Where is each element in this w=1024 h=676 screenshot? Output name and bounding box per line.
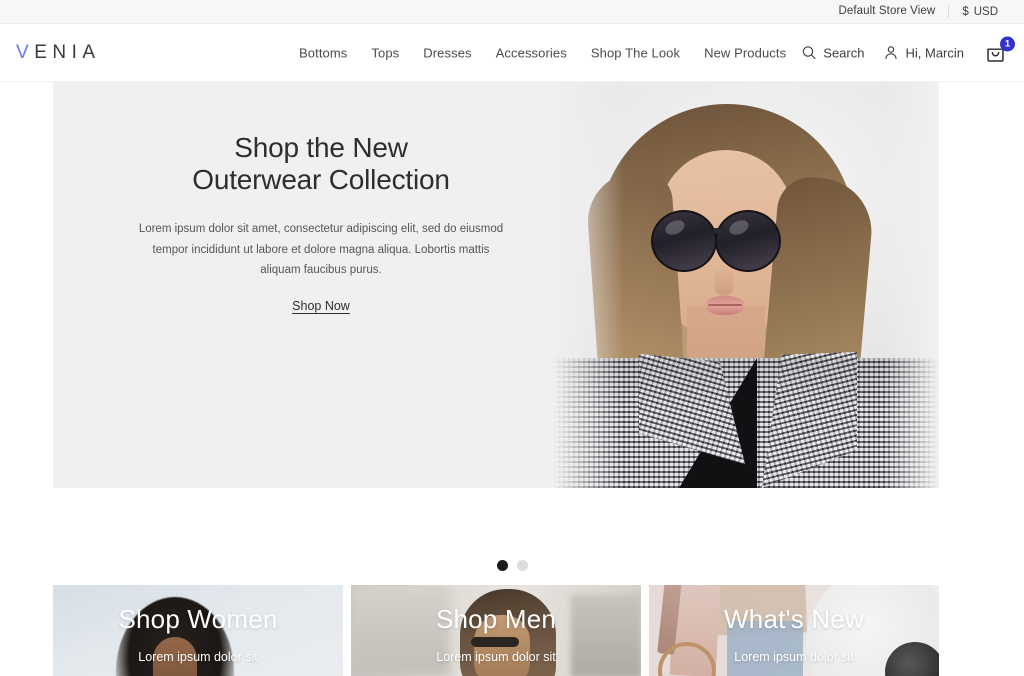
main-navigation: Bottoms Tops Dresses Accessories Shop Th… bbox=[299, 45, 786, 60]
logo-letters-enia: ENIA bbox=[34, 41, 101, 63]
tile-new-subtitle: Lorem ipsum dolor sit bbox=[734, 650, 854, 665]
currency-switcher[interactable]: $ USD bbox=[949, 6, 1006, 18]
model-lips bbox=[705, 296, 745, 315]
carousel-dots bbox=[0, 560, 1024, 571]
sunglasses-bridge bbox=[713, 228, 725, 233]
sunglasses-lens-right bbox=[715, 210, 781, 272]
nav-item-bottoms[interactable]: Bottoms bbox=[299, 45, 347, 60]
carousel-dot-2[interactable] bbox=[516, 560, 528, 571]
hero-description: Lorem ipsum dolor sit amet, consectetur … bbox=[138, 223, 504, 277]
hero-content: Shop the New Outerwear Collection Lorem … bbox=[103, 132, 539, 315]
sunglasses-lens-left bbox=[651, 210, 717, 272]
nav-item-shop-the-look[interactable]: Shop The Look bbox=[591, 45, 680, 60]
hero-banner: Shop the New Outerwear Collection Lorem … bbox=[53, 82, 939, 488]
carousel-dot-1[interactable] bbox=[496, 560, 508, 571]
shop-now-link[interactable]: Shop Now bbox=[292, 299, 350, 313]
nav-item-new-products[interactable]: New Products bbox=[704, 45, 786, 60]
hero-model-photo bbox=[553, 82, 939, 488]
category-tiles: Shop Women Lorem ipsum dolor sit Shop Me… bbox=[53, 585, 939, 676]
photo-left-fade bbox=[553, 82, 623, 488]
tile-women-content: Shop Women Lorem ipsum dolor sit bbox=[53, 604, 343, 665]
tile-men-content: Shop Men Lorem ipsum dolor sit bbox=[351, 604, 641, 665]
tile-women-title: Shop Women bbox=[118, 604, 278, 634]
user-icon bbox=[883, 45, 899, 61]
hero-section: Shop the New Outerwear Collection Lorem … bbox=[0, 82, 1024, 571]
account-label: Hi, Marcin bbox=[905, 45, 964, 60]
tile-whats-new[interactable]: What's New Lorem ipsum dolor sit bbox=[649, 585, 939, 676]
lens-highlight-right bbox=[727, 217, 751, 238]
search-icon bbox=[801, 45, 817, 61]
photo-right-fade bbox=[883, 82, 939, 488]
hero-title-line-1: Shop the New bbox=[234, 132, 408, 163]
cart-button[interactable]: 1 bbox=[983, 36, 1015, 64]
tile-shop-men[interactable]: Shop Men Lorem ipsum dolor sit bbox=[351, 585, 641, 676]
store-view-switcher[interactable]: Default Store View bbox=[825, 0, 948, 23]
cart-count-badge: 1 bbox=[1000, 36, 1015, 51]
venia-logo[interactable]: VENIA bbox=[16, 42, 101, 64]
tile-women-subtitle: Lorem ipsum dolor sit bbox=[138, 650, 258, 665]
tile-men-title: Shop Men bbox=[435, 604, 557, 634]
header-actions: Search Hi, Marcin 1 bbox=[801, 36, 1015, 64]
logo-letter-v: V bbox=[16, 41, 35, 63]
site-header: VENIA Bottoms Tops Dresses Accessories S… bbox=[0, 24, 1024, 82]
tile-shop-women[interactable]: Shop Women Lorem ipsum dolor sit bbox=[53, 585, 343, 676]
account-button[interactable]: Hi, Marcin bbox=[883, 45, 964, 61]
hero-title: Shop the New Outerwear Collection bbox=[103, 132, 539, 196]
tile-new-title: What's New bbox=[724, 604, 864, 634]
lens-highlight-left bbox=[663, 217, 687, 238]
search-label: Search bbox=[823, 45, 865, 60]
nav-item-dresses[interactable]: Dresses bbox=[423, 45, 471, 60]
tile-new-content: What's New Lorem ipsum dolor sit bbox=[649, 604, 939, 665]
search-button[interactable]: Search bbox=[801, 45, 864, 61]
currency-code: USD bbox=[973, 5, 998, 18]
utility-bar: Default Store View $ USD bbox=[0, 0, 1024, 24]
hero-title-line-2: Outerwear Collection bbox=[192, 164, 450, 196]
model-nose bbox=[715, 268, 733, 296]
nav-item-tops[interactable]: Tops bbox=[371, 45, 399, 60]
currency-symbol: $ bbox=[962, 5, 969, 18]
nav-item-accessories[interactable]: Accessories bbox=[496, 45, 567, 60]
tile-men-subtitle: Lorem ipsum dolor sit bbox=[436, 650, 556, 665]
